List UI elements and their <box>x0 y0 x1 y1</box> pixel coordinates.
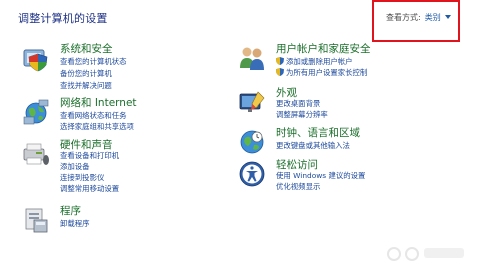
ease-of-access-icon[interactable] <box>238 160 266 188</box>
category-link[interactable]: 选择家庭组和共享选项 <box>60 121 134 132</box>
watermark-logo <box>387 247 464 261</box>
category-link[interactable]: 调整常用移动设置 <box>60 183 119 194</box>
category-link[interactable]: 查看网络状态和任务 <box>60 110 127 121</box>
category-link[interactable]: 优化视频显示 <box>276 181 320 192</box>
category-title[interactable]: 系统和安全 <box>60 41 113 56</box>
clock-language-icon[interactable] <box>238 128 266 156</box>
category-link-text: 添加或删除用户帐户 <box>286 57 353 66</box>
uac-shield-icon <box>276 68 284 76</box>
hardware-sound-icon[interactable] <box>22 140 50 168</box>
category-clock-language-region: 时钟、语言和区域 更改键盘或其他输入法 <box>238 125 458 154</box>
annotation-highlight-box <box>372 0 460 42</box>
category-title[interactable]: 程序 <box>60 203 81 218</box>
category-link[interactable]: 查找并解决问题 <box>60 80 112 91</box>
user-accounts-icon[interactable] <box>238 44 266 72</box>
category-ease-of-access: 轻松访问 使用 Windows 建议的设置 优化视频显示 <box>238 159 458 194</box>
category-link[interactable]: 添加或删除用户帐户 <box>276 56 353 67</box>
network-internet-icon[interactable] <box>22 98 50 126</box>
control-panel-window: 调整计算机的设置 查看方式: 类别 系统和安全 查看您的计算机状态 备份您的计算机… <box>0 0 480 262</box>
category-title[interactable]: 时钟、语言和区域 <box>276 125 360 140</box>
category-network-internet: 网络和 Internet 查看网络状态和任务 选择家庭组和共享选项 <box>22 95 222 134</box>
page-title: 调整计算机的设置 <box>18 12 108 25</box>
category-link[interactable]: 连接到投影仪 <box>60 172 104 183</box>
uac-shield-icon <box>276 57 284 65</box>
category-link[interactable]: 调整屏幕分辨率 <box>276 109 328 120</box>
category-appearance: 外观 更改桌面背景 调整屏幕分辨率 <box>238 87 458 122</box>
category-title[interactable]: 用户帐户和家庭安全 <box>276 41 371 56</box>
category-hardware-sound: 硬件和声音 查看设备和打印机 添加设备 连接到投影仪 调整常用移动设置 <box>22 139 222 200</box>
category-user-accounts: 用户帐户和家庭安全 添加或删除用户帐户 为所有用户设置家长控制 <box>238 41 458 80</box>
programs-icon[interactable] <box>22 206 50 234</box>
system-security-icon[interactable] <box>22 44 50 72</box>
category-link[interactable]: 为所有用户设置家长控制 <box>276 67 367 78</box>
category-link[interactable]: 卸载程序 <box>60 218 90 229</box>
category-link-text: 为所有用户设置家长控制 <box>286 68 368 77</box>
category-title[interactable]: 网络和 Internet <box>60 95 137 110</box>
category-link[interactable]: 备份您的计算机 <box>60 68 112 79</box>
category-link[interactable]: 更改键盘或其他输入法 <box>276 140 350 151</box>
category-system-security: 系统和安全 查看您的计算机状态 备份您的计算机 查找并解决问题 <box>22 41 222 91</box>
category-link[interactable]: 查看设备和打印机 <box>60 150 119 161</box>
category-link[interactable]: 查看您的计算机状态 <box>60 56 127 67</box>
category-programs: 程序 卸载程序 <box>22 203 222 234</box>
appearance-icon[interactable] <box>238 88 266 116</box>
category-link[interactable]: 更改桌面背景 <box>276 98 320 109</box>
category-link[interactable]: 添加设备 <box>60 161 90 172</box>
category-link[interactable]: 使用 Windows 建议的设置 <box>276 170 365 181</box>
